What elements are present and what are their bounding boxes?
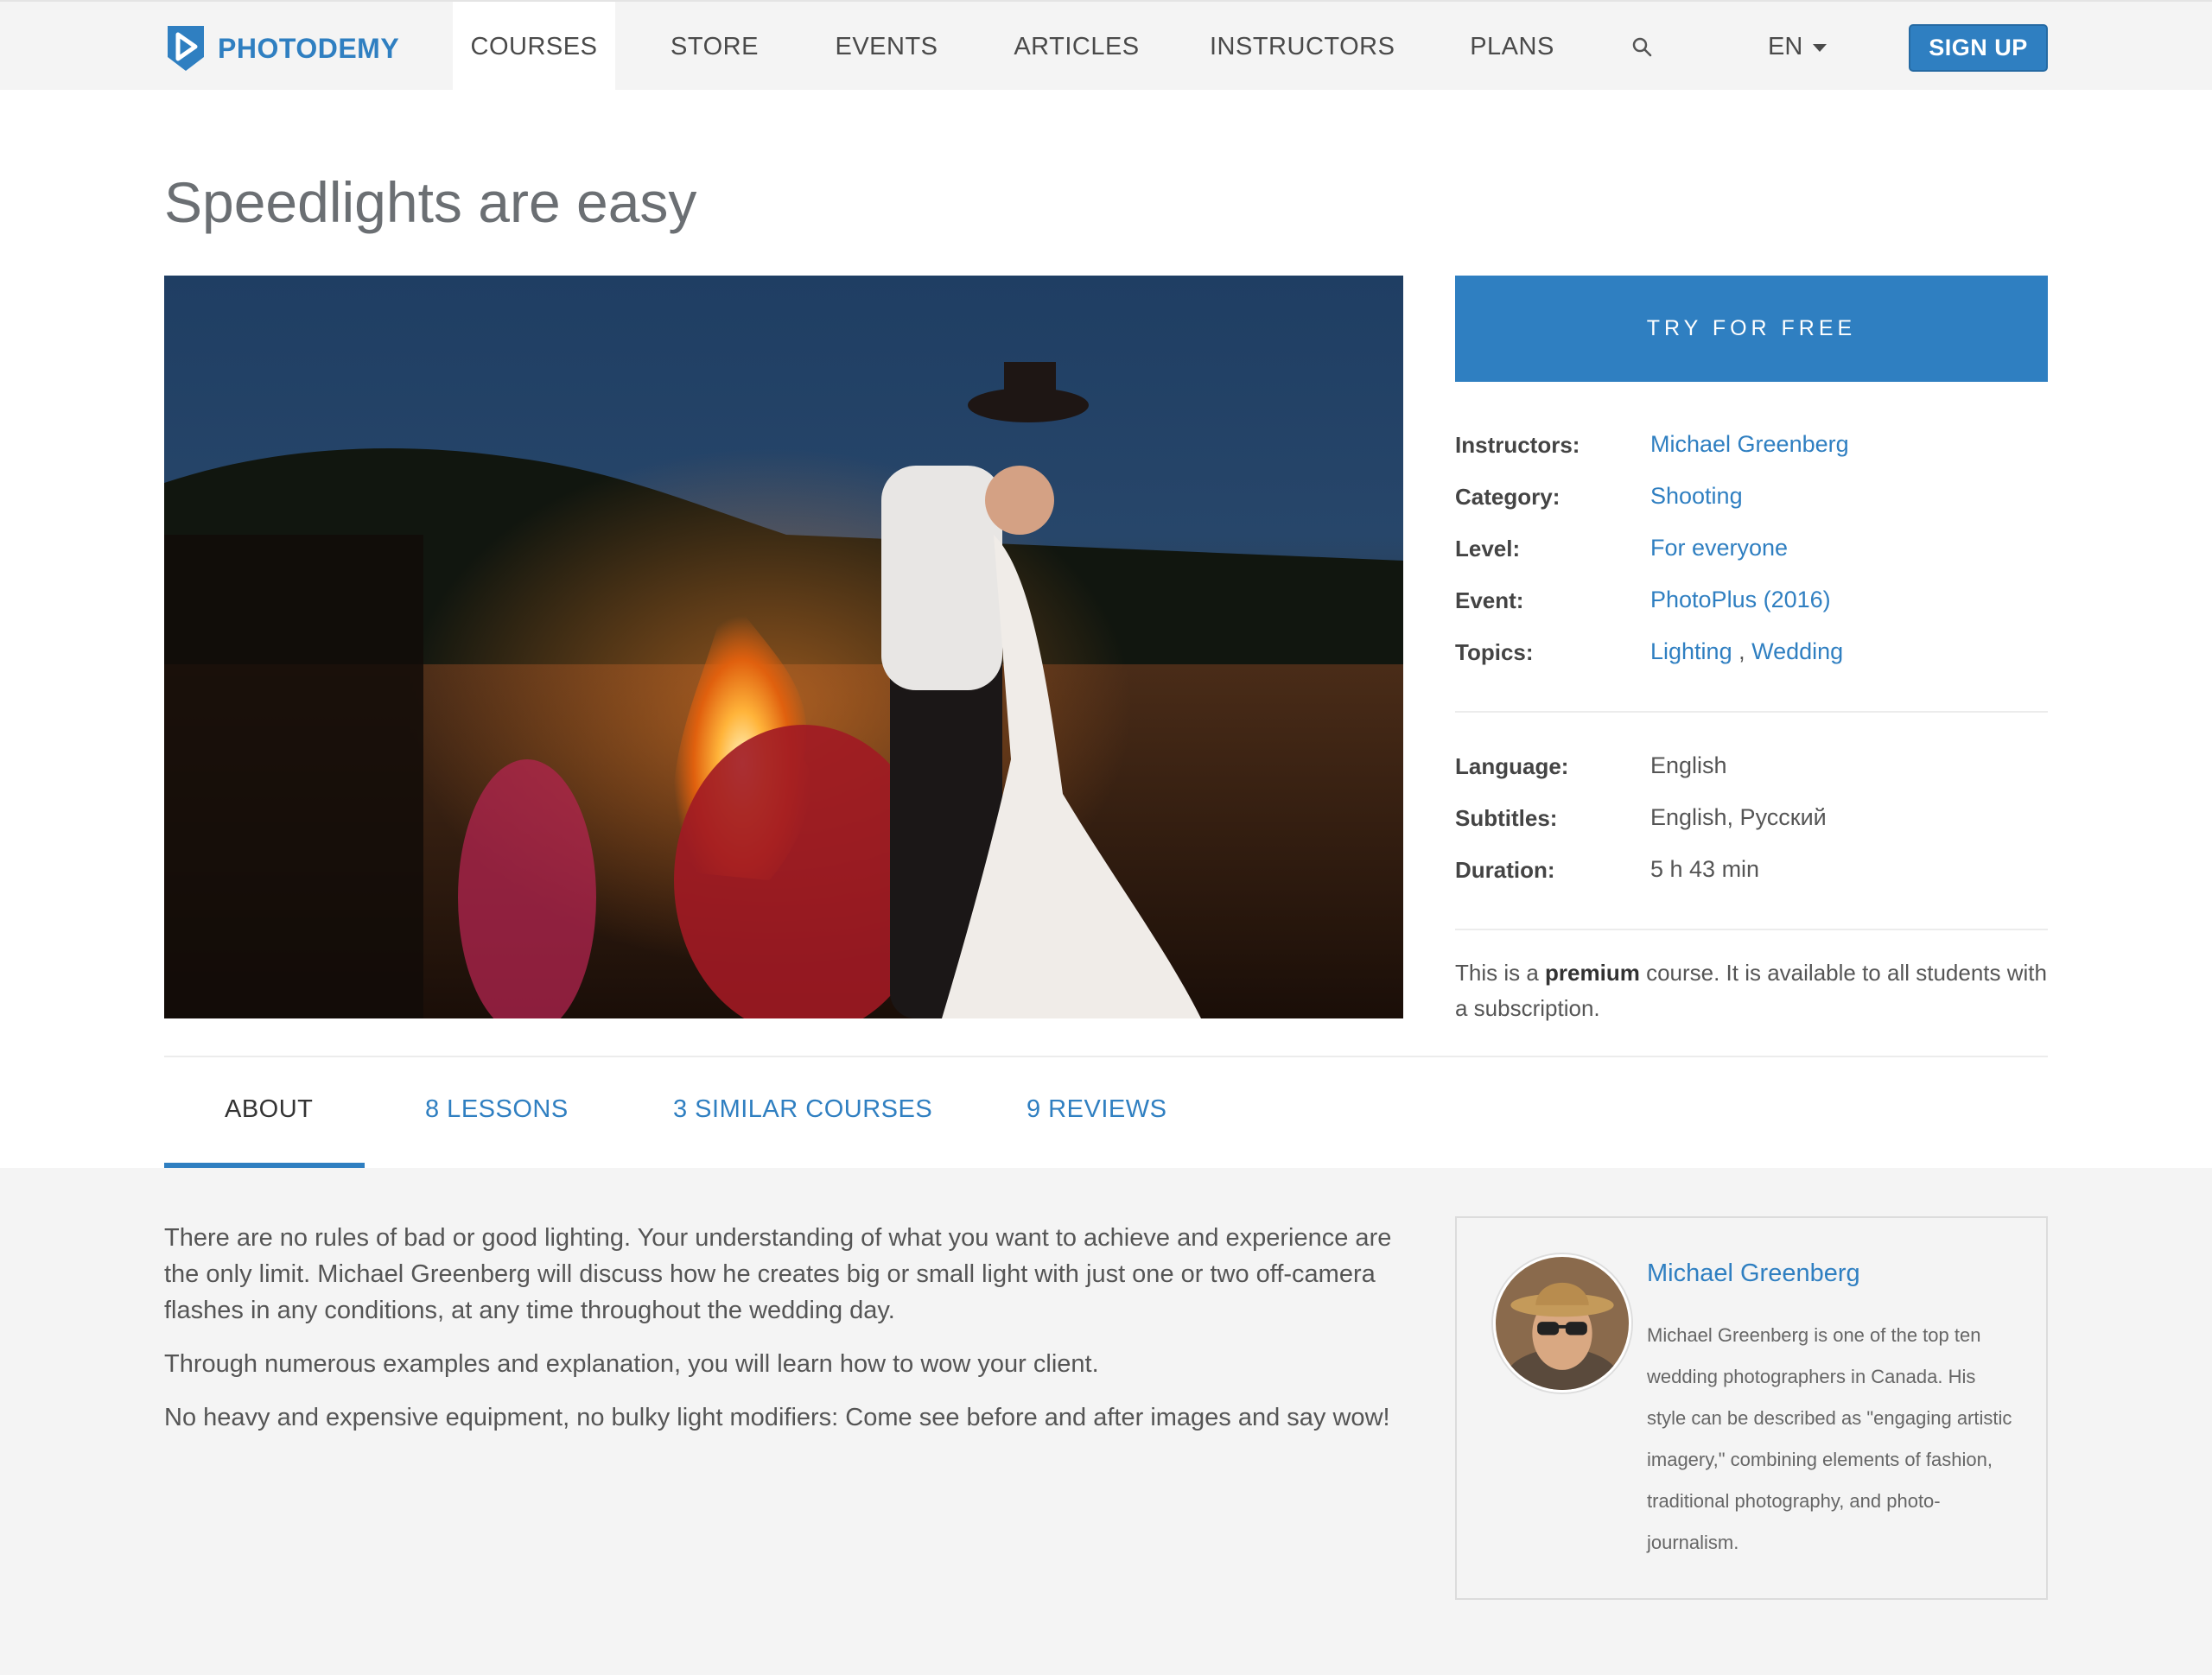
nav-events[interactable]: EVENTS [823,2,950,92]
tab-about[interactable]: ABOUT [225,1095,313,1124]
about-paragraph: There are no rules of bad or good lighti… [164,1224,1392,1324]
language-value: English [1650,752,1727,778]
course-tabs: ABOUT 8 LESSONS 3 SIMILAR COURSES 9 REVI… [164,1057,2048,1169]
about-paragraph: Through numerous examples and explanatio… [164,1350,1099,1378]
nav-articles[interactable]: ARTICLES [1002,2,1151,92]
category-link[interactable]: Shooting [1650,483,1743,510]
logo[interactable]: PHOTODEMY [164,22,399,74]
subtitles-label: Subtitles: [1455,805,1558,831]
level-label: Level: [1455,536,1521,562]
sign-up-button[interactable]: SIGN UP [1909,24,2048,72]
search-icon[interactable] [1630,35,1656,60]
topic-separator: , [1732,638,1752,664]
topics-label: Topics: [1455,639,1534,665]
caret-down-icon [1813,43,1827,52]
topics-list: Lighting , Wedding [1650,638,1843,665]
language-selector[interactable]: EN [1768,2,1827,92]
topic-link-wedding[interactable]: Wedding [1751,638,1843,664]
duration-label: Duration: [1455,857,1555,883]
photodemy-logo-icon [168,26,204,71]
premium-note-bold: premium [1545,960,1640,986]
tab-similar-courses[interactable]: 3 SIMILAR COURSES [673,1095,932,1124]
tab-lessons[interactable]: 8 LESSONS [425,1095,569,1124]
topic-link-lighting[interactable]: Lighting [1650,638,1732,664]
event-link[interactable]: PhotoPlus (2016) [1650,587,1831,613]
details-divider [1455,711,2048,713]
instructors-label: Instructors: [1455,432,1580,458]
brand-name: PHOTODEMY [218,32,400,64]
page-title: Speedlights are easy [164,170,697,234]
author-name-link[interactable]: Michael Greenberg [1647,1259,1860,1288]
nav-plans[interactable]: PLANS [1460,2,1564,92]
duration-value: 5 h 43 min [1650,856,1760,882]
nav-courses[interactable]: COURSES [453,2,615,92]
about-text: There are no rules of bad or good lighti… [164,1220,1403,1453]
author-bio: Michael Greenberg is one of the top ten … [1647,1324,2012,1553]
instructor-link[interactable]: Michael Greenberg [1650,431,1849,458]
event-label: Event: [1455,587,1524,613]
try-for-free-button[interactable]: TRY FOR FREE [1455,276,2048,382]
subtitles-value: English, Русский [1650,804,1827,830]
course-cover-image [164,276,1403,1018]
author-card: Michael Greenberg Michael Greenberg is o… [1455,1216,2048,1600]
premium-note-before: This is a [1455,960,1546,986]
author-avatar[interactable] [1493,1254,1631,1393]
nav-instructors[interactable]: INSTRUCTORS [1210,2,1395,92]
nav-store[interactable]: STORE [657,2,772,92]
category-label: Category: [1455,484,1560,510]
language-label: EN [1768,33,1803,60]
level-link[interactable]: For everyone [1650,535,1788,562]
tab-reviews[interactable]: 9 REVIEWS [1027,1095,1166,1124]
meta-divider [1455,929,2048,930]
top-navigation: PHOTODEMY COURSES STORE EVENTS ARTICLES … [0,0,2212,92]
premium-note: This is a premium course. It is availabl… [1455,955,2048,1026]
language-detail-label: Language: [1455,753,1569,779]
about-paragraph: No heavy and expensive equipment, no bul… [164,1404,1390,1431]
